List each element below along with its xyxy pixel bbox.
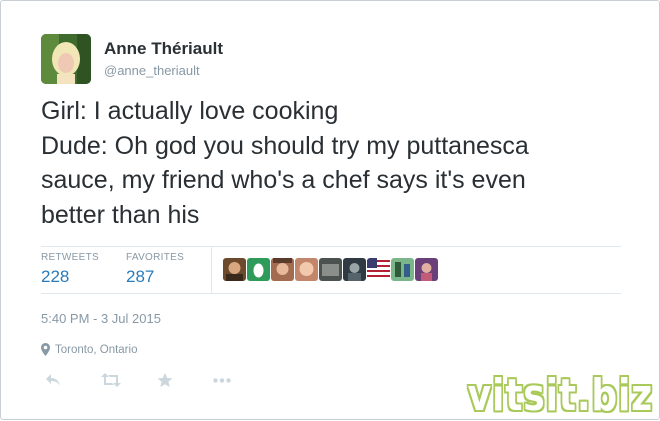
favoriter-avatars bbox=[223, 258, 438, 281]
favoriter-avatar[interactable] bbox=[391, 258, 414, 281]
author-avatar[interactable] bbox=[41, 34, 91, 84]
tweet-line: Dude: Oh god you should try my puttanesc… bbox=[41, 131, 529, 160]
retweets-label: RETWEETS bbox=[41, 252, 99, 263]
favorites-label: FAVORITES bbox=[126, 252, 185, 263]
more-button[interactable] bbox=[213, 371, 269, 389]
retweet-icon bbox=[101, 373, 121, 387]
stats-separator bbox=[211, 247, 212, 293]
tweet-actions bbox=[45, 371, 269, 389]
tweet-line: Girl: I actually love cooking bbox=[41, 97, 339, 125]
tweet-card: Anne Thériault @anne_theriault Girl: I a… bbox=[0, 0, 660, 421]
tweet-location[interactable]: Toronto, Ontario bbox=[41, 343, 137, 356]
favorite-button[interactable] bbox=[157, 371, 213, 389]
tweet-timestamp[interactable]: 5:40 PM - 3 Jul 2015 bbox=[41, 311, 161, 326]
star-icon bbox=[157, 372, 173, 387]
tweet-line: sauce, my friend who's a chef says it's … bbox=[41, 166, 526, 194]
divider bbox=[41, 293, 621, 294]
favorites-stat[interactable]: FAVORITES 287 bbox=[126, 252, 184, 287]
favoriter-avatar[interactable] bbox=[415, 258, 438, 281]
favoriter-avatar[interactable] bbox=[343, 258, 366, 281]
location-label: Toronto, Ontario bbox=[55, 343, 138, 356]
favoriter-avatar[interactable] bbox=[319, 258, 342, 281]
favoriter-avatar[interactable] bbox=[271, 258, 294, 281]
favorites-count[interactable]: 287 bbox=[126, 267, 184, 287]
favoriter-avatar[interactable] bbox=[295, 258, 318, 281]
location-pin-icon bbox=[41, 343, 50, 356]
retweets-count[interactable]: 228 bbox=[41, 267, 99, 287]
more-dots-icon bbox=[213, 377, 231, 383]
reply-button[interactable] bbox=[45, 371, 101, 389]
divider bbox=[41, 246, 621, 247]
tweet-line: better than his bbox=[41, 200, 200, 229]
default-egg-avatar[interactable] bbox=[247, 258, 270, 281]
author-handle[interactable]: @anne_theriault bbox=[104, 63, 200, 78]
site-watermark: vitsit.biz bbox=[467, 370, 653, 421]
favoriter-avatar[interactable] bbox=[223, 258, 246, 281]
retweets-stat[interactable]: RETWEETS 228 bbox=[41, 252, 99, 287]
reply-icon bbox=[46, 374, 60, 386]
author-name[interactable]: Anne Thériault bbox=[104, 39, 223, 59]
favoriter-avatar-flag[interactable] bbox=[367, 258, 390, 281]
retweet-button[interactable] bbox=[101, 371, 157, 389]
tweet-text: Girl: I actually love cooking Dude: Oh g… bbox=[41, 94, 631, 232]
